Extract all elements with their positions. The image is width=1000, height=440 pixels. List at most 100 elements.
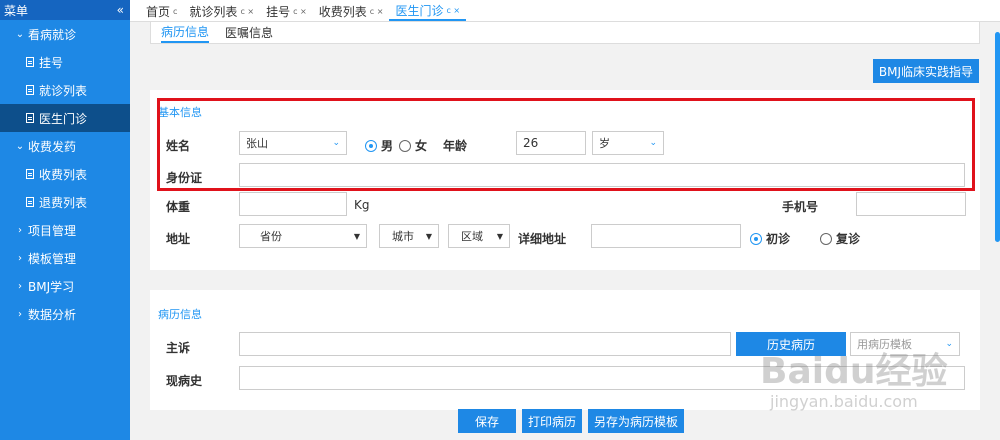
sidebar-header: 菜单 «: [0, 0, 130, 20]
phone-input[interactable]: [856, 192, 966, 216]
detail-address-label: 详细地址: [518, 232, 567, 246]
tab-doctor-clinic[interactable]: 医生门诊 c ×: [389, 1, 467, 21]
tab-registration[interactable]: 挂号 c ×: [260, 1, 313, 21]
sidebar-item-label: 就诊列表: [39, 83, 88, 98]
collapse-icon[interactable]: «: [117, 3, 124, 17]
basic-info-title: 基本信息: [158, 106, 202, 119]
main-area: 首页 c 就诊列表 c × 挂号 c × 收费列表 c × 医生门诊 c × 病…: [130, 0, 1000, 440]
document-icon: [26, 113, 34, 123]
sidebar-title: 菜单: [4, 3, 29, 18]
visit-return-label: 复诊: [836, 232, 861, 246]
tab-label: 挂号: [266, 4, 291, 19]
detail-address-input[interactable]: [591, 224, 741, 248]
name-select[interactable]: 张山 ⌄: [239, 131, 347, 155]
history-record-button[interactable]: 历史病历: [736, 332, 846, 356]
tab-bar: 首页 c 就诊列表 c × 挂号 c × 收费列表 c × 医生门诊 c ×: [130, 0, 1000, 22]
weight-label: 体重: [166, 200, 191, 214]
chevron-right-icon: ›: [18, 280, 22, 292]
radio-unchecked-icon: [820, 232, 832, 245]
age-input[interactable]: 26: [516, 131, 586, 155]
id-card-label: 身份证: [166, 171, 203, 185]
complaint-label: 主诉: [166, 341, 191, 355]
record-info-panel: 病历信息 主诉 历史病历 用病历模板 ⌄ 现病史: [150, 290, 980, 410]
chevron-right-icon: ›: [18, 224, 22, 236]
gender-male-radio[interactable]: 男: [365, 137, 393, 154]
visit-first-label: 初诊: [766, 232, 791, 246]
sidebar-item-就诊列表[interactable]: 就诊列表: [0, 76, 130, 104]
document-icon: [26, 85, 34, 95]
weight-unit: Kg: [354, 198, 370, 212]
complaint-input[interactable]: [239, 332, 731, 356]
tab-close-icon[interactable]: c ×: [446, 6, 460, 15]
record-info-title: 病历信息: [158, 308, 202, 321]
sidebar-item-挂号[interactable]: 挂号: [0, 48, 130, 76]
document-icon: [26, 197, 34, 207]
sidebar-group-看病就诊[interactable]: ⌄ 看病就诊: [0, 20, 130, 48]
sidebar-group-bmj学习[interactable]: › BMJ学习: [0, 272, 130, 300]
sidebar-item-label: 模板管理: [28, 251, 77, 266]
sidebar-item-医生门诊[interactable]: 医生门诊: [0, 104, 130, 132]
tab-label: 首页: [146, 4, 171, 19]
print-record-button[interactable]: 打印病历: [522, 409, 583, 433]
chevron-down-icon: ⌄: [15, 28, 25, 40]
tab-label: 收费列表: [318, 4, 367, 19]
age-label: 年龄: [443, 139, 468, 153]
record-template-select[interactable]: 用病历模板 ⌄: [850, 332, 960, 356]
tab-label: 就诊列表: [189, 4, 238, 19]
radio-checked-icon: [750, 232, 762, 245]
present-illness-input[interactable]: [239, 366, 965, 390]
bmj-guide-button[interactable]: BMJ临床实践指导: [873, 59, 979, 83]
scrollbar-thumb[interactable]: [995, 32, 1000, 242]
sidebar-item-收费列表[interactable]: 收费列表: [0, 160, 130, 188]
radio-checked-icon: [365, 139, 377, 152]
refresh-icon[interactable]: c: [173, 7, 177, 16]
visit-return-radio[interactable]: 复诊: [820, 230, 860, 247]
district-select[interactable]: 区域 ▼: [448, 224, 510, 248]
age-unit-value: 岁: [599, 137, 610, 150]
district-value: 区域: [461, 230, 483, 243]
save-button[interactable]: 保存: [458, 409, 516, 433]
city-select[interactable]: 城市 ▼: [379, 224, 439, 248]
chevron-right-icon: ›: [18, 308, 22, 320]
sidebar-item-label: 挂号: [39, 55, 64, 70]
record-template-value: 用病历模板: [857, 338, 912, 351]
subtab-order-info[interactable]: 医嘱信息: [225, 23, 273, 43]
weight-input[interactable]: [239, 192, 347, 216]
chevron-down-icon: ⌄: [649, 138, 657, 148]
chevron-down-icon: ⌄: [332, 138, 340, 148]
province-value: 省份: [260, 230, 282, 243]
sidebar-group-模板管理[interactable]: › 模板管理: [0, 244, 130, 272]
gender-female-radio[interactable]: 女: [399, 137, 427, 154]
tab-close-icon[interactable]: c ×: [370, 7, 384, 16]
bottom-action-bar: 保存 打印病历 另存为病历模板: [458, 409, 685, 433]
caret-down-icon: ▼: [496, 231, 503, 241]
radio-unchecked-icon: [399, 139, 411, 152]
id-card-input[interactable]: [239, 163, 965, 187]
sidebar-item-label: BMJ学习: [28, 279, 75, 294]
name-label: 姓名: [166, 139, 191, 153]
city-value: 城市: [392, 230, 414, 243]
sidebar-group-收费发药[interactable]: ⌄ 收费发药: [0, 132, 130, 160]
sidebar-group-数据分析[interactable]: › 数据分析: [0, 300, 130, 328]
sidebar-item-label: 收费发药: [28, 139, 77, 154]
caret-down-icon: ▼: [353, 231, 360, 241]
sidebar-group-项目管理[interactable]: › 项目管理: [0, 216, 130, 244]
name-value: 张山: [246, 137, 268, 150]
sidebar-item-label: 数据分析: [28, 307, 77, 322]
sidebar-item-退费列表[interactable]: 退费列表: [0, 188, 130, 216]
tab-close-icon[interactable]: c ×: [240, 7, 254, 16]
tab-charge-list[interactable]: 收费列表 c ×: [313, 1, 390, 21]
gender-female-label: 女: [415, 139, 428, 153]
save-as-template-button[interactable]: 另存为病历模板: [588, 409, 685, 433]
age-unit-select[interactable]: 岁 ⌄: [592, 131, 664, 155]
address-label: 地址: [166, 232, 191, 246]
tab-close-icon[interactable]: c ×: [293, 7, 307, 16]
tab-label: 医生门诊: [395, 3, 444, 18]
province-select[interactable]: 省份 ▼: [239, 224, 367, 248]
subtab-record-info[interactable]: 病历信息: [161, 23, 210, 43]
document-icon: [26, 169, 34, 179]
visit-first-radio[interactable]: 初诊: [750, 230, 790, 247]
tab-visit-list[interactable]: 就诊列表 c ×: [183, 1, 260, 21]
chevron-down-icon: ⌄: [945, 339, 953, 349]
tab-home[interactable]: 首页 c: [140, 1, 183, 21]
